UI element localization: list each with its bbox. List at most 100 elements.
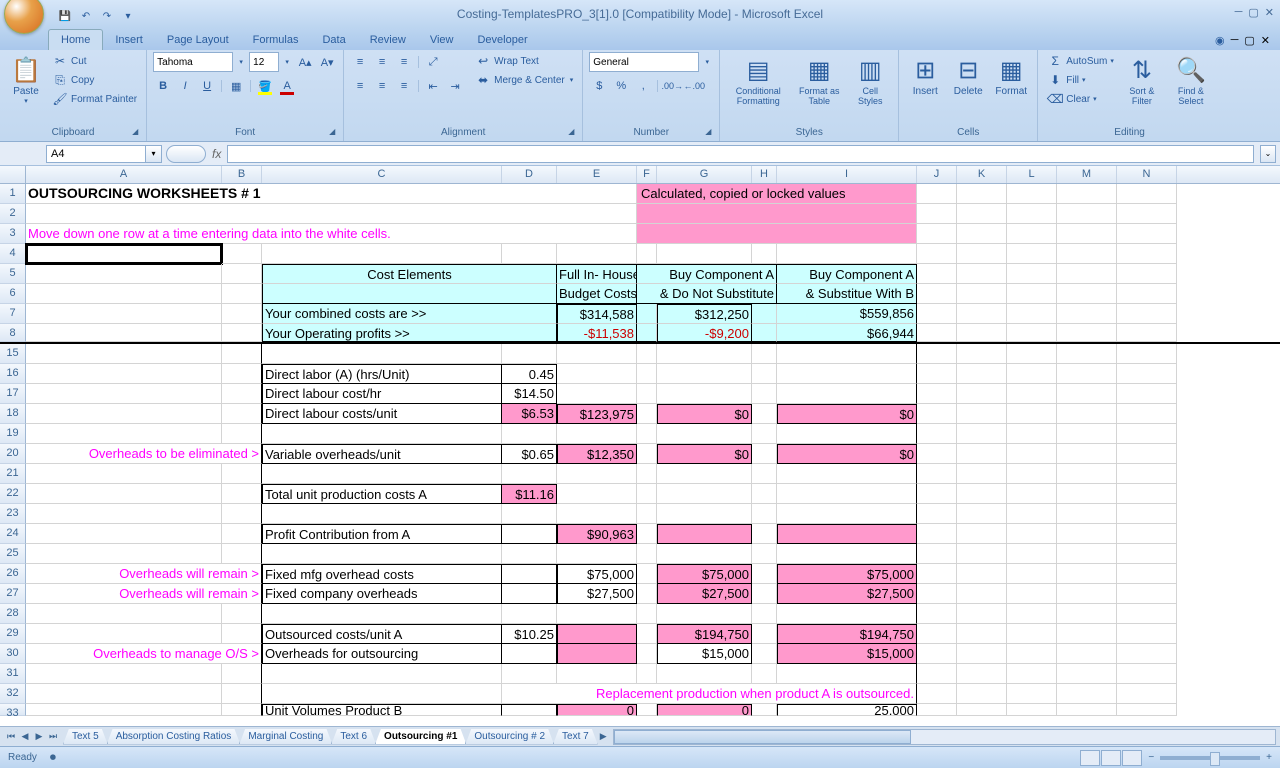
- find-select-button[interactable]: 🔍Find & Select: [1167, 52, 1215, 108]
- cell[interactable]: Overheads to be eliminated >: [26, 444, 262, 464]
- cell[interactable]: [1007, 364, 1057, 384]
- cell[interactable]: [637, 564, 657, 584]
- cell[interactable]: [1007, 504, 1057, 524]
- col-header-F[interactable]: F: [637, 166, 657, 183]
- cell[interactable]: [657, 244, 752, 264]
- cell[interactable]: Buy Component A: [777, 264, 917, 284]
- cell[interactable]: [637, 624, 657, 644]
- macro-record-icon[interactable]: ⏺: [45, 750, 61, 766]
- cell[interactable]: [262, 464, 502, 484]
- cell[interactable]: [1117, 564, 1177, 584]
- cell[interactable]: [917, 544, 957, 564]
- cell[interactable]: [502, 424, 557, 444]
- cell[interactable]: [1007, 284, 1057, 304]
- cell[interactable]: [752, 364, 777, 384]
- cell[interactable]: $27,500: [557, 584, 637, 604]
- row-header-18[interactable]: 18: [0, 404, 26, 424]
- cell[interactable]: $75,000: [557, 564, 637, 584]
- cell[interactable]: [222, 364, 262, 384]
- cell[interactable]: [752, 604, 777, 624]
- tab-nav-first-icon[interactable]: ⏮: [4, 731, 18, 742]
- align-right-button[interactable]: ≡: [394, 76, 414, 96]
- cell[interactable]: [1117, 444, 1177, 464]
- row-header-29[interactable]: 29: [0, 624, 26, 644]
- cell[interactable]: [26, 484, 222, 504]
- cell[interactable]: [637, 524, 657, 544]
- dec-decimal-button[interactable]: ←.00: [684, 76, 704, 96]
- col-header-A[interactable]: A: [26, 166, 222, 183]
- border-button[interactable]: ▦: [226, 76, 246, 96]
- cell[interactable]: [917, 464, 957, 484]
- cell[interactable]: $14.50: [502, 384, 557, 404]
- formula-expand-icon[interactable]: ⌄: [1260, 145, 1276, 163]
- cell[interactable]: [957, 584, 1007, 604]
- cell[interactable]: [637, 324, 657, 342]
- zoom-in-icon[interactable]: +: [1266, 752, 1272, 763]
- sheet-tab-text-7[interactable]: Text 7: [553, 729, 598, 745]
- cell[interactable]: [777, 484, 917, 504]
- cell[interactable]: [917, 204, 957, 224]
- cell[interactable]: Budget Costs: [557, 284, 637, 304]
- cell[interactable]: $10.25: [502, 624, 557, 644]
- cell[interactable]: [752, 444, 777, 464]
- cell[interactable]: Full In- House: [557, 264, 637, 284]
- format-cells-button[interactable]: ▦Format: [991, 52, 1031, 99]
- cell[interactable]: [1007, 424, 1057, 444]
- cell[interactable]: [1117, 624, 1177, 644]
- italic-button[interactable]: I: [175, 76, 195, 96]
- cell[interactable]: [957, 644, 1007, 664]
- tab-insert[interactable]: Insert: [103, 30, 155, 50]
- cell[interactable]: [1057, 664, 1117, 684]
- cell[interactable]: [1007, 304, 1057, 324]
- cell[interactable]: $90,963: [557, 524, 637, 544]
- cell[interactable]: [957, 284, 1007, 304]
- cell[interactable]: [222, 384, 262, 404]
- col-header-B[interactable]: B: [222, 166, 262, 183]
- sheet-tab-outsourcing-#1[interactable]: Outsourcing #1: [375, 729, 466, 745]
- cell[interactable]: [657, 364, 752, 384]
- cell[interactable]: [637, 364, 657, 384]
- cell[interactable]: [222, 664, 262, 684]
- row-header-21[interactable]: 21: [0, 464, 26, 484]
- cell[interactable]: [502, 704, 557, 716]
- row-header-24[interactable]: 24: [0, 524, 26, 544]
- cell[interactable]: [222, 684, 262, 704]
- fx-icon[interactable]: fx: [212, 147, 221, 161]
- cell[interactable]: [917, 244, 957, 264]
- cell[interactable]: [222, 304, 262, 324]
- cell[interactable]: [557, 624, 637, 644]
- cell[interactable]: [752, 524, 777, 544]
- clipboard-launcher[interactable]: ◢: [132, 127, 144, 139]
- cell[interactable]: [637, 504, 657, 524]
- cell[interactable]: $15,000: [777, 644, 917, 664]
- cell[interactable]: [26, 304, 222, 324]
- cell[interactable]: [222, 484, 262, 504]
- col-header-H[interactable]: H: [752, 166, 777, 183]
- restore-icon[interactable]: ▢: [1248, 6, 1258, 19]
- cell[interactable]: [637, 304, 657, 324]
- align-center-button[interactable]: ≡: [372, 76, 392, 96]
- row-header-26[interactable]: 26: [0, 564, 26, 584]
- cell[interactable]: [752, 384, 777, 404]
- font-launcher[interactable]: ◢: [329, 127, 341, 139]
- cell[interactable]: [777, 504, 917, 524]
- col-header-K[interactable]: K: [957, 166, 1007, 183]
- name-box[interactable]: A4: [46, 145, 146, 163]
- ribbon-min-icon[interactable]: ─: [1231, 34, 1239, 47]
- cell[interactable]: Overheads will remain >: [26, 584, 262, 604]
- cell[interactable]: [957, 184, 1007, 204]
- align-left-button[interactable]: ≡: [350, 76, 370, 96]
- cell[interactable]: [1007, 384, 1057, 404]
- cell[interactable]: [1117, 584, 1177, 604]
- cell[interactable]: [1057, 544, 1117, 564]
- grow-font-button[interactable]: A▴: [295, 52, 315, 72]
- cell[interactable]: 0: [557, 704, 637, 716]
- cell[interactable]: [26, 404, 222, 424]
- fill-button[interactable]: ⬇Fill▾: [1044, 71, 1117, 89]
- cell[interactable]: [1007, 324, 1057, 342]
- cell[interactable]: [917, 524, 957, 544]
- cell[interactable]: [502, 464, 557, 484]
- cell[interactable]: [752, 644, 777, 664]
- cell[interactable]: [957, 324, 1007, 342]
- row-header-4[interactable]: 4: [0, 244, 26, 264]
